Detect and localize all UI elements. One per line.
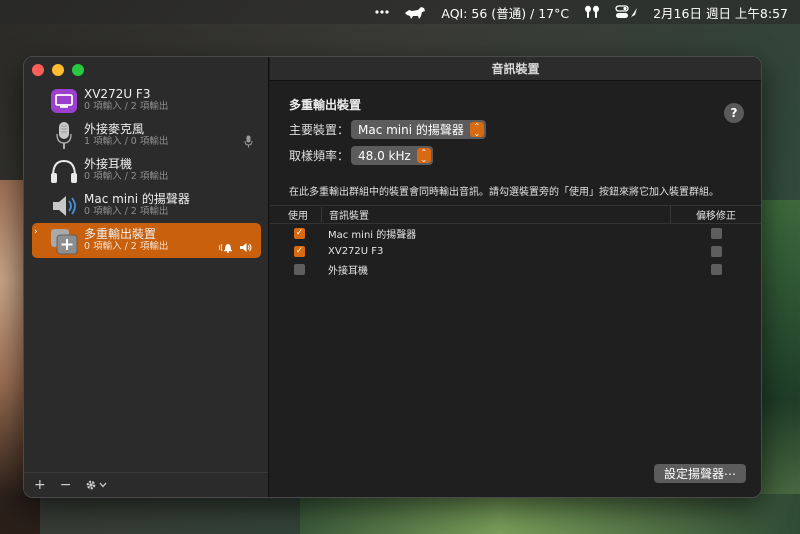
menu-bar: AQI: 56 (普通) / 17°C 2月16日 週日 上午8:57 — [0, 0, 800, 24]
sample-rate-select[interactable]: 48.0 kHz ⌃ ⌄ — [351, 146, 433, 165]
control-center-icon[interactable] — [615, 5, 639, 19]
sample-rate-value: 48.0 kHz — [358, 148, 411, 163]
alert-sound-icon — [219, 238, 235, 257]
input-mic-icon — [244, 133, 253, 152]
audio-devices-window: XV272U F3 0 項輸入 / 2 項輸出 外接麥克風 1 項輸入 / 0 … — [23, 56, 762, 498]
main-panel: 音訊裝置 多重輸出裝置 主要裝置： Mac mini 的揚聲器 ⌃ ⌄ 取樣頻率：… — [270, 57, 761, 497]
use-checkbox[interactable]: ✓ — [294, 245, 305, 257]
chevron-down-icon — [99, 482, 107, 488]
dog-icon[interactable] — [403, 4, 427, 20]
column-header-device[interactable]: 音訊裝置 — [322, 206, 671, 223]
close-button[interactable] — [32, 64, 44, 76]
device-item-external-headphones[interactable]: 外接耳機 0 項輸入 / 2 項輸出 — [32, 153, 261, 188]
configure-speakers-button[interactable]: 設定揚聲器⋯ — [653, 464, 746, 483]
drift-correction-checkbox[interactable] — [710, 227, 722, 239]
desktop-wallpaper-bottom — [300, 494, 800, 534]
remove-device-button[interactable]: − — [60, 477, 72, 493]
device-cell: 外接耳機 — [328, 265, 368, 277]
speaker-icon — [48, 190, 80, 222]
gear-menu-button[interactable] — [85, 479, 107, 491]
headphones-icon — [48, 155, 80, 187]
gear-icon — [87, 480, 96, 490]
desktop-wallpaper-right — [760, 200, 800, 534]
device-item-xv272u[interactable]: XV272U F3 0 項輸入 / 2 項輸出 — [32, 83, 261, 118]
table-row: ✓ XV272U F3 — [270, 242, 761, 260]
group-description: 在此多重輸出群組中的裝置會同時輸出音訊。請勾選裝置旁的「使用」按鈕來將它加入裝置… — [289, 187, 719, 198]
device-name: XV272U F3 — [84, 86, 151, 101]
device-cell: Mac mini 的揚聲器 — [328, 229, 417, 241]
device-cell: XV272U F3 — [328, 245, 384, 257]
device-io-count: 1 項輸入 / 0 項輸出 — [84, 136, 169, 148]
updown-chevron-icon: ⌃ ⌄ — [416, 148, 431, 163]
window-title: 音訊裝置 — [270, 57, 761, 81]
disclosure-chevron-icon[interactable]: › — [34, 227, 38, 237]
device-name: 外接耳機 — [84, 156, 133, 171]
primary-device-label: 主要裝置： — [289, 123, 350, 137]
section-title: 多重輸出裝置 — [289, 98, 362, 112]
device-name: 外接麥克風 — [84, 121, 145, 136]
more-icon[interactable] — [375, 10, 389, 14]
device-settings: 多重輸出裝置 主要裝置： Mac mini 的揚聲器 ⌃ ⌄ 取樣頻率： 48.0… — [270, 81, 761, 198]
table-header: 使用 音訊裝置 偏移修正 — [270, 205, 761, 224]
minimize-button[interactable] — [52, 64, 64, 76]
device-io-count: 0 項輸入 / 2 項輸出 — [84, 101, 169, 113]
device-item-external-microphone[interactable]: 外接麥克風 1 項輸入 / 0 項輸出 — [32, 118, 261, 153]
device-group-table: 使用 音訊裝置 偏移修正 ✓ Mac mini 的揚聲器 ✓ XV272U F3… — [270, 205, 761, 278]
column-header-use[interactable]: 使用 — [270, 207, 322, 222]
updown-chevron-icon: ⌃ ⌄ — [469, 122, 484, 137]
table-row: ✓ Mac mini 的揚聲器 — [270, 224, 761, 242]
device-item-multi-output[interactable]: › 多重輸出裝置 0 項輸入 / 2 項輸出 — [32, 223, 261, 258]
menubar-clock[interactable]: 2月16日 週日 上午8:57 — [653, 3, 788, 22]
add-device-button[interactable]: + — [34, 477, 46, 493]
airpods-icon[interactable] — [583, 5, 601, 19]
device-list: XV272U F3 0 項輸入 / 2 項輸出 外接麥克風 1 項輸入 / 0 … — [32, 83, 261, 258]
microphone-icon — [48, 120, 80, 152]
help-button[interactable]: ? — [724, 103, 744, 123]
use-checkbox[interactable]: ✓ — [294, 227, 305, 239]
sidebar: XV272U F3 0 項輸入 / 2 項輸出 外接麥克風 1 項輸入 / 0 … — [24, 57, 269, 497]
sidebar-footer: + − — [24, 472, 268, 497]
multi-output-icon — [48, 225, 80, 257]
output-speaker-icon — [239, 238, 253, 257]
primary-device-select[interactable]: Mac mini 的揚聲器 ⌃ ⌄ — [351, 120, 486, 139]
window-controls — [32, 64, 84, 76]
drift-correction-checkbox[interactable] — [710, 263, 722, 275]
column-header-drift[interactable]: 偏移修正 — [671, 207, 761, 222]
device-io-count: 0 項輸入 / 2 項輸出 — [84, 241, 169, 253]
device-name: Mac mini 的揚聲器 — [84, 191, 190, 206]
device-name: 多重輸出裝置 — [84, 226, 157, 241]
monitor-icon — [48, 85, 80, 117]
primary-device-value: Mac mini 的揚聲器 — [358, 123, 464, 137]
aqi-weather[interactable]: AQI: 56 (普通) / 17°C — [441, 3, 569, 22]
table-row: 外接耳機 — [270, 260, 761, 278]
device-item-mac-mini-speakers[interactable]: Mac mini 的揚聲器 0 項輸入 / 2 項輸出 — [32, 188, 261, 223]
device-io-count: 0 項輸入 / 2 項輸出 — [84, 171, 169, 183]
device-io-count: 0 項輸入 / 2 項輸出 — [84, 206, 169, 218]
drift-correction-checkbox[interactable] — [710, 245, 722, 257]
use-checkbox[interactable] — [294, 263, 305, 275]
zoom-button[interactable] — [72, 64, 84, 76]
sample-rate-label: 取樣頻率： — [289, 149, 350, 163]
